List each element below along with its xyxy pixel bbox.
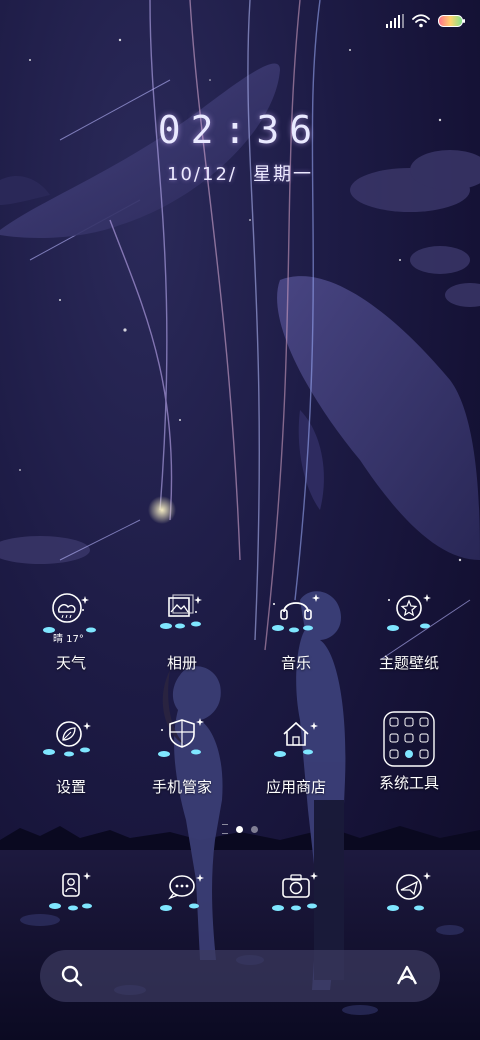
page-dot-1[interactable] (236, 825, 243, 833)
search-bar[interactable] (40, 950, 440, 1002)
app-label: 设置 (55, 778, 86, 796)
shield-icon (158, 718, 204, 757)
app-label: 音乐 (280, 654, 311, 672)
app-settings[interactable]: 设置 (16, 714, 126, 797)
signal-bars-icon (386, 14, 404, 28)
app-system-tools-folder[interactable]: 系统工具 (354, 710, 464, 793)
app-label: 手机管家 (151, 778, 212, 796)
battery-icon (438, 15, 465, 27)
messages-icon (160, 874, 204, 911)
app-themes[interactable]: 主题壁纸 (354, 590, 464, 673)
app-gallery[interactable]: 相册 (127, 590, 237, 673)
headphones-icon (272, 594, 320, 633)
dock-app-camera[interactable] (241, 868, 351, 924)
app-label: 应用商店 (265, 778, 326, 796)
app-store[interactable]: 应用商店 (241, 714, 351, 797)
app-label: 系统工具 (378, 774, 439, 792)
tools-folder-icon (383, 711, 435, 767)
page-dot-2[interactable] (251, 825, 258, 833)
browser-plane-icon (387, 872, 431, 911)
app-label: 天气 (55, 654, 86, 672)
app-music[interactable]: 音乐 (241, 590, 351, 673)
home-screen: 02:36 10/12/星期一 晴 17° 天气 相册 音乐 主题壁纸 设置 手… (0, 0, 480, 1040)
weather-summary: 晴 17° (53, 634, 84, 645)
gallery-icon (160, 594, 202, 629)
clock-date: 10/12/星期一 (0, 160, 480, 186)
status-bar (386, 10, 466, 32)
weekday-text: 星期一 (252, 164, 313, 185)
date-text: 10/12/ (167, 164, 237, 185)
contacts-icon (49, 872, 92, 911)
clock-time[interactable]: 02:36 (0, 108, 480, 152)
wifi-icon (412, 14, 430, 28)
theme-star-icon (387, 594, 431, 631)
dock-app-messages[interactable] (127, 868, 237, 924)
menu-lines-icon (222, 824, 228, 834)
app-phone-manager[interactable]: 手机管家 (127, 714, 237, 797)
app-weather[interactable]: 晴 17° 天气 (16, 590, 126, 673)
dock-app-contacts[interactable] (16, 868, 126, 924)
assistant-a-icon[interactable] (394, 963, 420, 989)
app-label: 主题壁纸 (378, 654, 439, 672)
page-indicator (0, 824, 480, 834)
settings-leaf-icon (43, 721, 91, 757)
search-icon[interactable] (60, 964, 84, 988)
home-store-icon (274, 721, 318, 757)
dock-app-browser[interactable] (354, 868, 464, 924)
camera-icon (272, 872, 318, 911)
app-label: 相册 (166, 654, 197, 672)
